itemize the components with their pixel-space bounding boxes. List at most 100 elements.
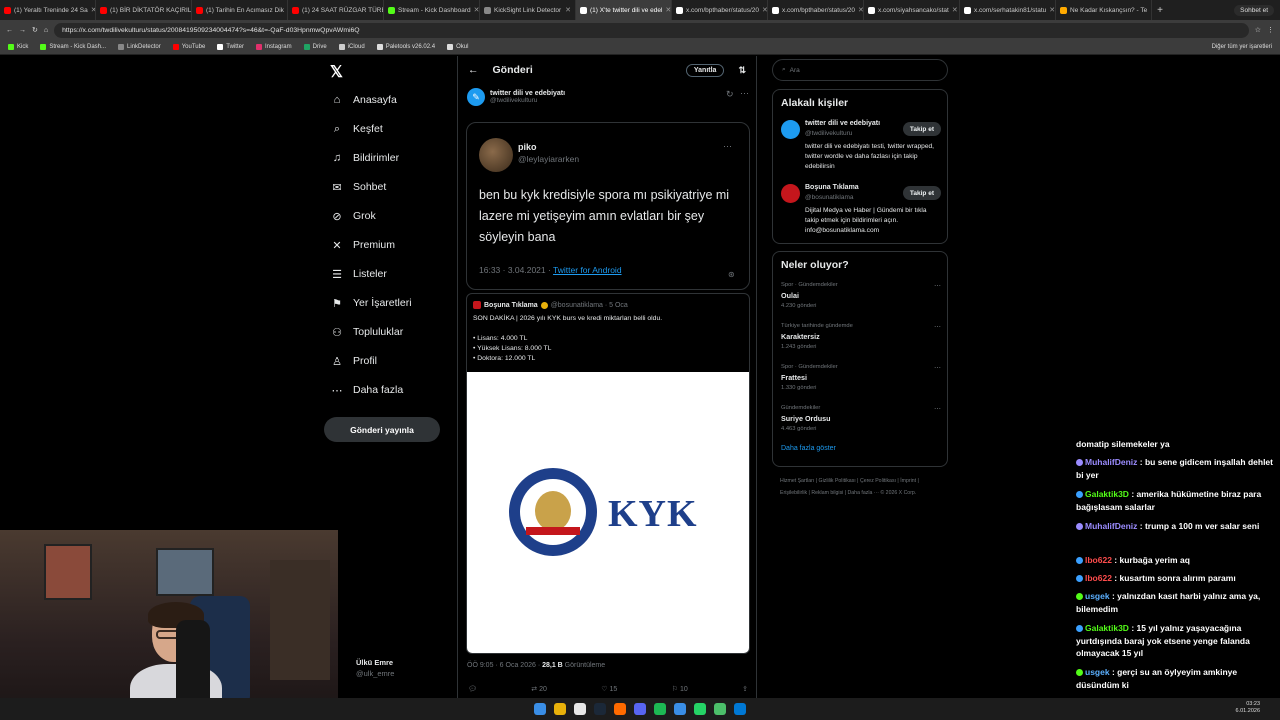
- nav-item-anasayfa[interactable]: ⌂ Anasayfa: [330, 93, 397, 107]
- windows-icon[interactable]: [534, 703, 546, 715]
- account-switcher[interactable]: Ülkü Emre @ulk_emre: [356, 658, 394, 678]
- browser-tab[interactable]: x.com/serhatakin81/statu ✕: [960, 0, 1056, 20]
- bookmark-item[interactable]: iCloud: [338, 44, 365, 50]
- app-icon[interactable]: [714, 703, 726, 715]
- trend-item[interactable]: Spor · Gündemdekiler Frattesi 1.330 gönder…: [781, 364, 941, 391]
- embedded-post[interactable]: Boşuna Tıklama @bosunatiklama · 5 Oca SO…: [466, 293, 750, 654]
- bookmark-item[interactable]: Stream - Kick Dash...: [40, 44, 106, 50]
- follow-button[interactable]: Takip et: [902, 122, 941, 136]
- other-bookmarks[interactable]: Diğer tüm yer işaretleri: [1212, 44, 1272, 50]
- home-icon[interactable]: ⌂: [44, 27, 48, 34]
- close-icon[interactable]: ✕: [565, 6, 571, 14]
- avatar[interactable]: [781, 120, 800, 139]
- menu-icon[interactable]: ⋮: [1267, 26, 1274, 34]
- close-icon[interactable]: ✕: [474, 6, 479, 14]
- browser-tab[interactable]: (1) BİR DİKTATÖR KAÇIRIL✕: [96, 0, 192, 20]
- bookmark-item[interactable]: Paletools v26.02.4: [376, 44, 435, 50]
- related-person[interactable]: twitter dili ve edebiyatı @twdilivekultur…: [781, 120, 941, 176]
- browser-tab[interactable]: x.com/siyahsancako/stat ✕: [864, 0, 960, 20]
- share-icon[interactable]: ⇪: [742, 685, 748, 693]
- more-options-icon[interactable]: ⋯: [934, 405, 941, 413]
- kyk-logo-image[interactable]: KYK: [467, 372, 749, 653]
- avatar[interactable]: [781, 184, 800, 203]
- nav-item-bildirimler[interactable]: ♫ Bildirimler: [330, 151, 399, 165]
- edge-icon[interactable]: [734, 703, 746, 715]
- discord-icon[interactable]: [634, 703, 646, 715]
- author-avatar[interactable]: ✎: [467, 88, 485, 106]
- close-icon[interactable]: ✕: [952, 6, 958, 14]
- chrome-icon[interactable]: [574, 703, 586, 715]
- close-icon[interactable]: ✕: [1049, 6, 1055, 14]
- url-input[interactable]: https://x.com/twdilivekulturu/status/200…: [54, 22, 1249, 38]
- related-person[interactable]: Boşuna Tıklama @bosunatiklama Dijital Medy…: [781, 184, 941, 240]
- trend-item[interactable]: Gündemdekiler Suriye Ordusu 4.463 gönderi ⋯: [781, 405, 941, 432]
- bookmark-item[interactable]: Drive: [303, 44, 327, 50]
- bookmark-item[interactable]: Okul: [447, 44, 468, 50]
- browser-tab[interactable]: x.com/bpthaber/status/20 ✕: [672, 0, 768, 20]
- back-arrow-icon[interactable]: ←: [468, 64, 479, 76]
- more-options-icon[interactable]: ⋯: [934, 323, 941, 331]
- close-icon[interactable]: ✕: [665, 6, 671, 14]
- star-icon[interactable]: ☆: [1255, 26, 1261, 34]
- like-action[interactable]: ♡ 15: [601, 685, 617, 693]
- reply-button[interactable]: Yanıtla: [685, 63, 725, 77]
- folder-icon[interactable]: [554, 703, 566, 715]
- browser-tab[interactable]: x.com/bpthaber/status/20 ✕: [768, 0, 864, 20]
- nav-item-premium[interactable]: ✕ Premium: [330, 238, 395, 252]
- refresh-icon[interactable]: ↻: [726, 89, 735, 100]
- translate-icon[interactable]: ⊛: [728, 270, 736, 279]
- more-options-icon[interactable]: ⋯: [934, 364, 941, 372]
- nav-item-listeler[interactable]: ☰ Listeler: [330, 267, 387, 281]
- source-link[interactable]: Twitter for Android: [553, 265, 622, 275]
- steam-icon[interactable]: [594, 703, 606, 715]
- bookmark-action[interactable]: ⚐ 10: [672, 685, 688, 693]
- more-options-icon[interactable]: ⋯: [934, 282, 941, 290]
- more-options-icon[interactable]: ⋯: [723, 141, 733, 152]
- nav-item-grok[interactable]: ⊘ Grok: [330, 209, 375, 223]
- browser-tab[interactable]: Ne Kadar Kıskançsın? - Te✕: [1056, 0, 1152, 20]
- app-icon[interactable]: [674, 703, 686, 715]
- browser-tab[interactable]: (1) Yeraltı Treninde 24 Sa✕: [0, 0, 96, 20]
- close-icon[interactable]: ✕: [762, 6, 767, 14]
- app-icon[interactable]: [614, 703, 626, 715]
- post-button[interactable]: Gönderi yayınla: [324, 417, 440, 442]
- avatar[interactable]: [479, 138, 513, 172]
- browser-tab[interactable]: (1) 24 SAAT RÜZGAR TÜRB✕: [288, 0, 384, 20]
- reload-icon[interactable]: ↻: [32, 26, 38, 34]
- reply-icon[interactable]: 💬︎: [468, 685, 477, 693]
- bookmark-item[interactable]: Instagram: [255, 44, 292, 50]
- trend-item[interactable]: Spor · Gündemdekiler Oulai 4.230 gönderi ⋯: [781, 282, 941, 309]
- bookmark-item[interactable]: Twitter: [217, 44, 244, 50]
- bookmark-item[interactable]: LinkDetector: [118, 44, 161, 50]
- post-author[interactable]: ✎ twitter dili ve edebiyatı @twdilivekul…: [467, 88, 565, 106]
- show-more-link[interactable]: Daha fazla göster: [781, 445, 836, 452]
- retweet-action[interactable]: ⇄ 20: [531, 685, 547, 693]
- bookmark-item[interactable]: Kick: [8, 44, 28, 50]
- browser-tab[interactable]: (1) Tarihin En Acımasız Dik✕: [192, 0, 288, 20]
- nav-item-topluluklar[interactable]: ⚇ Topluluklar: [330, 325, 403, 339]
- browser-tab[interactable]: KickSight Link Detector ✕: [480, 0, 576, 20]
- search-input[interactable]: ⌕ Ara: [772, 59, 948, 81]
- more-options-icon[interactable]: ⋯: [740, 88, 750, 99]
- nav-item-profil[interactable]: ♙ Profil: [330, 354, 377, 368]
- browser-tab[interactable]: (1) X'te twitter dili ve edel ✕: [576, 0, 672, 20]
- browser-tab[interactable]: Stream - Kick Dashboard ✕: [384, 0, 480, 20]
- sliders-icon[interactable]: ⇅: [738, 65, 746, 76]
- close-icon[interactable]: ✕: [858, 6, 863, 14]
- new-tab-icon[interactable]: +: [1152, 5, 1168, 16]
- forward-icon[interactable]: →: [19, 27, 26, 34]
- follow-button[interactable]: Takip et: [902, 186, 941, 200]
- nav-item-keşfet[interactable]: ⌕ Keşfet: [330, 122, 383, 136]
- nav-item-sohbet[interactable]: ✉ Sohbet: [330, 180, 386, 194]
- whatsapp-icon[interactable]: [694, 703, 706, 715]
- back-icon[interactable]: ←: [6, 27, 13, 34]
- x-logo-icon[interactable]: 𝕏: [330, 62, 343, 82]
- footer-links[interactable]: Hizmet Şartları | Gizlilik Politikası | …: [780, 475, 940, 499]
- trend-item[interactable]: Türkiye tarihinde gündemde Karaktersiz 1.2…: [781, 323, 941, 350]
- sohbet-button[interactable]: Sohbet et: [1234, 4, 1274, 16]
- spotify-icon[interactable]: [654, 703, 666, 715]
- quoted-tweet[interactable]: piko @leylayiararken ⋯ ben bu kyk kredis…: [466, 122, 750, 290]
- nav-item-daha-fazla[interactable]: ⋯ Daha fazla: [330, 383, 404, 397]
- bookmark-item[interactable]: YouTube: [172, 44, 205, 50]
- nav-item-yer-i-şaretleri[interactable]: ⚑ Yer İşaretleri: [330, 296, 412, 310]
